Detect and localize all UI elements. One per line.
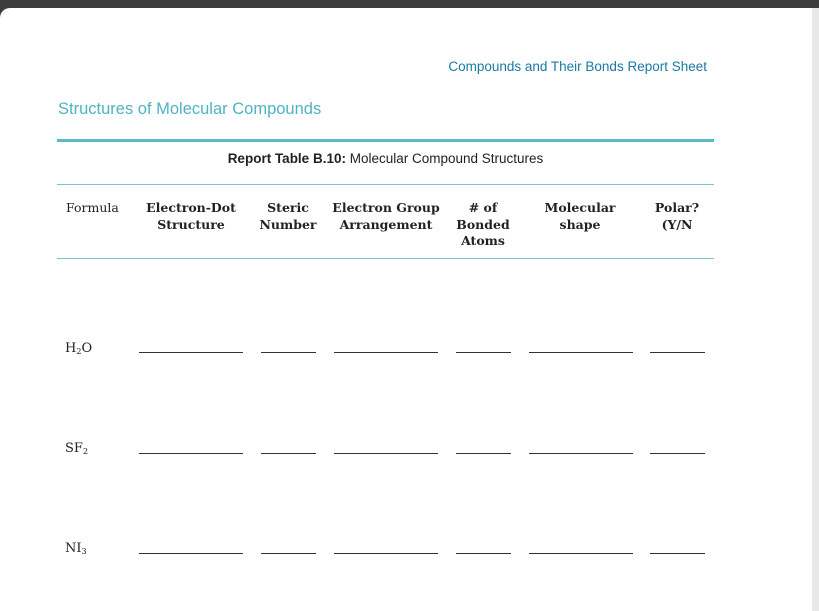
- blank-molecular-shape[interactable]: [529, 553, 633, 554]
- table-top-rule: [57, 184, 714, 185]
- column-header-electron-dot-structure: Electron-Dot Structure: [146, 200, 236, 232]
- row-formula-h2o: H2O: [65, 341, 93, 356]
- column-header-molecular-shape: Molecular shape: [544, 200, 616, 232]
- blank-electron-group[interactable]: [334, 352, 438, 353]
- document-page: [0, 8, 812, 611]
- blank-electron-dot[interactable]: [139, 553, 243, 554]
- blank-steric-number[interactable]: [261, 352, 316, 353]
- column-header-electron-group-arrangement: Electron Group Arrangement: [332, 200, 440, 232]
- blank-electron-dot[interactable]: [139, 453, 243, 454]
- section-divider: [57, 139, 714, 142]
- blank-electron-dot[interactable]: [139, 352, 243, 353]
- blank-bonded-atoms[interactable]: [456, 453, 511, 454]
- blank-bonded-atoms[interactable]: [456, 352, 511, 353]
- blank-molecular-shape[interactable]: [529, 352, 633, 353]
- table-header-rule: [57, 258, 714, 259]
- table-caption-label: Report Table B.10:: [227, 151, 346, 166]
- blank-polar[interactable]: [650, 453, 705, 454]
- blank-steric-number[interactable]: [261, 453, 316, 454]
- report-sheet-header: Compounds and Their Bonds Report Sheet: [448, 59, 707, 74]
- row-formula-sf2: SF2: [65, 441, 89, 456]
- table-caption-text: Molecular Compound Structures: [345, 151, 544, 166]
- section-title: Structures of Molecular Compounds: [58, 100, 322, 118]
- blank-bonded-atoms[interactable]: [456, 553, 511, 554]
- blank-electron-group[interactable]: [334, 553, 438, 554]
- blank-polar[interactable]: [650, 553, 705, 554]
- row-formula-ni3: NI3: [65, 541, 87, 556]
- column-header-steric-number: Steric Number: [259, 200, 317, 232]
- blank-molecular-shape[interactable]: [529, 453, 633, 454]
- column-header-formula: Formula: [66, 200, 119, 215]
- column-header-polar: Polar? (Y/N: [654, 200, 700, 232]
- column-header-bonded-atoms: # of Bonded Atoms: [456, 200, 510, 248]
- blank-steric-number[interactable]: [261, 553, 316, 554]
- table-caption: Report Table B.10: Molecular Compound St…: [0, 151, 771, 166]
- blank-polar[interactable]: [650, 352, 705, 353]
- page-scroll-gutter[interactable]: [812, 8, 819, 611]
- blank-electron-group[interactable]: [334, 453, 438, 454]
